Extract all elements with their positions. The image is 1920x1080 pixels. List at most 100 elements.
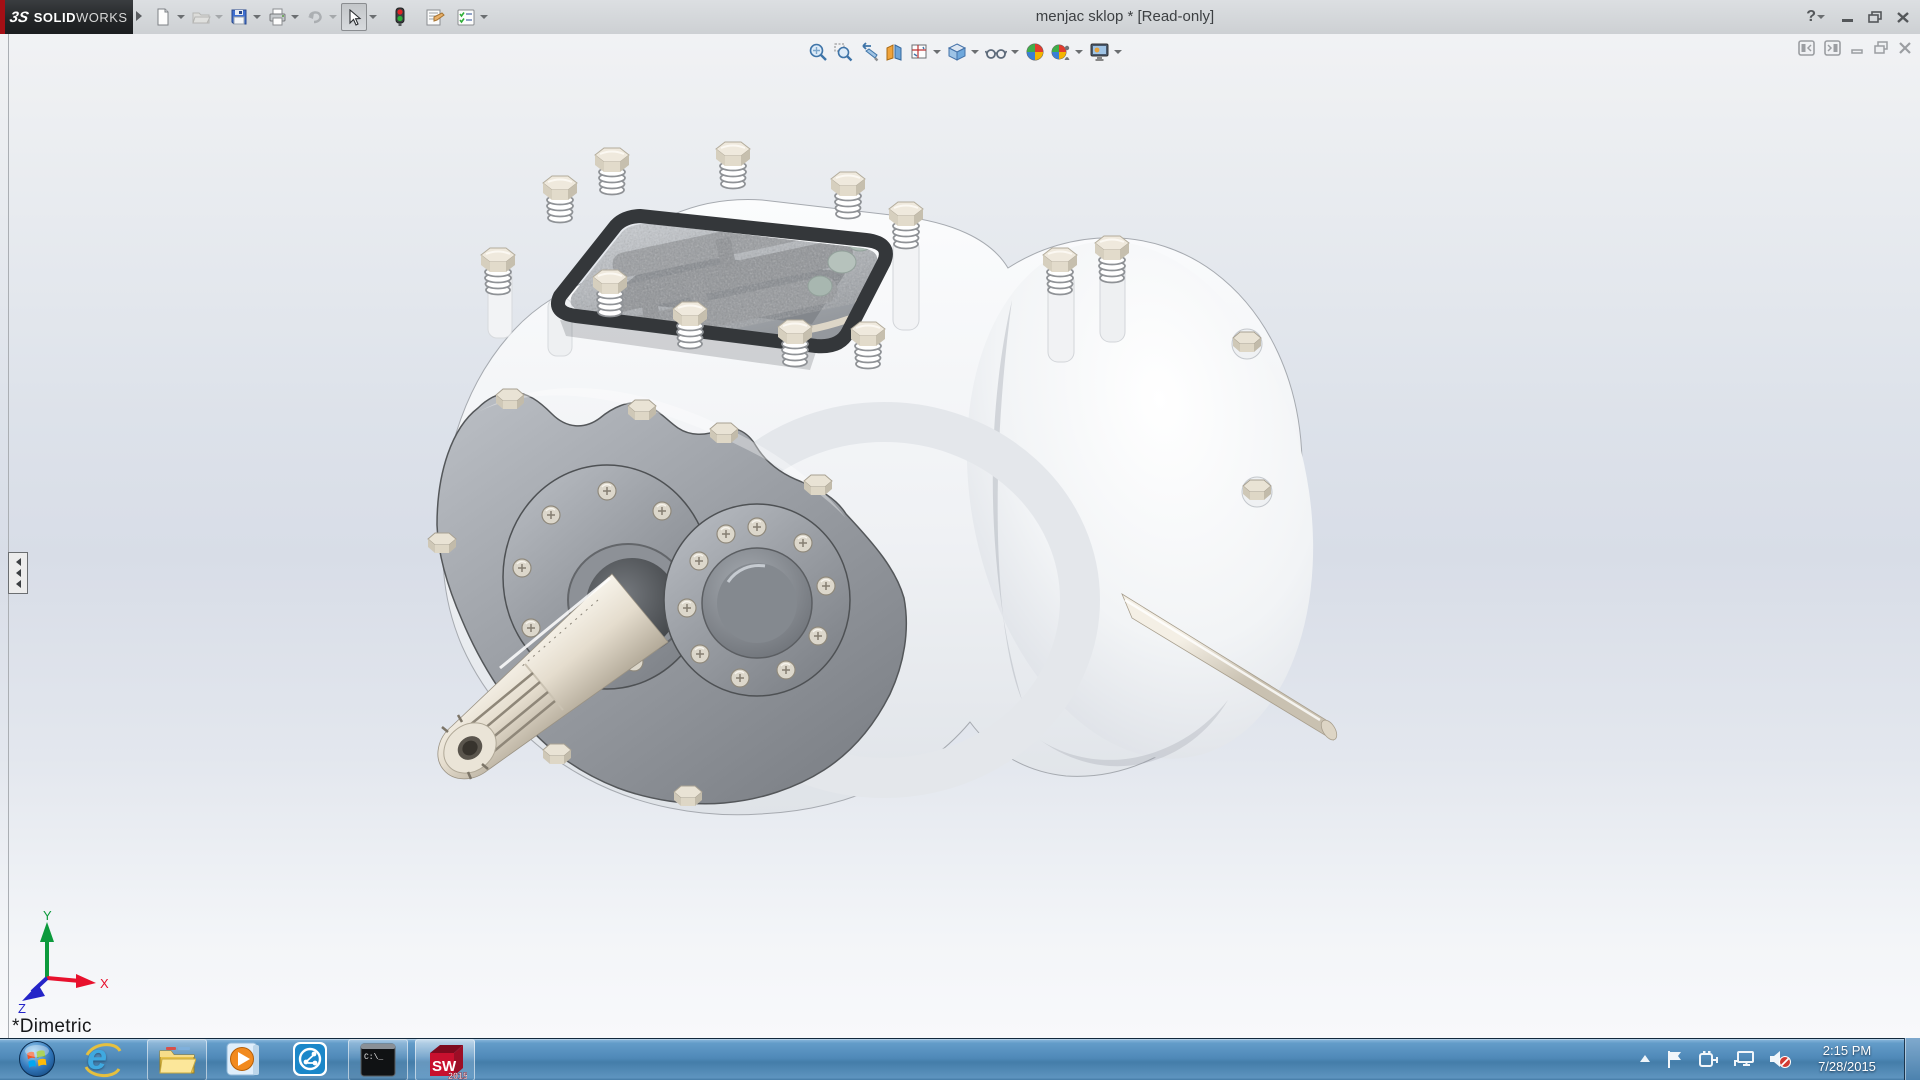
open-dropdown-caret[interactable] — [215, 15, 223, 19]
undo-dropdown-caret[interactable] — [329, 15, 337, 19]
triad-z-axis: Z — [18, 978, 47, 1016]
volume-muted-icon[interactable] — [1768, 1049, 1792, 1069]
section-view-icon — [884, 42, 904, 62]
help-button[interactable]: ? — [1806, 8, 1828, 26]
new-document-button[interactable] — [151, 4, 175, 30]
collapse-arrow-icon — [16, 569, 21, 577]
display-style-button[interactable] — [945, 40, 969, 64]
action-center-flag-icon[interactable] — [1665, 1049, 1685, 1069]
section-view-button[interactable] — [882, 40, 906, 64]
traffic-light-icon — [394, 7, 406, 27]
taskbar-item-internet-explorer[interactable]: e — [74, 1039, 132, 1079]
save-button[interactable] — [227, 4, 251, 30]
heads-up-view-toolbar — [806, 40, 1125, 64]
display-style-icon — [947, 42, 967, 62]
svg-text:2015: 2015 — [448, 1071, 467, 1080]
file-properties-button[interactable] — [423, 4, 447, 30]
show-hidden-icons-arrow[interactable] — [1638, 1053, 1652, 1065]
open-folder-icon — [192, 8, 211, 26]
solidworks-logo[interactable]: 3S SOLIDWORKS — [5, 0, 133, 34]
close-button[interactable] — [1896, 11, 1910, 24]
feature-manager-collapsed-tab[interactable] — [8, 552, 28, 594]
solidworks-window: 3S SOLIDWORKS — [0, 0, 1920, 1080]
triad-y-axis: Y — [40, 908, 54, 978]
restore-button[interactable] — [1868, 11, 1883, 24]
previous-view-icon — [858, 42, 879, 62]
show-desktop-button[interactable] — [1904, 1038, 1920, 1080]
hide-show-glasses-icon — [985, 42, 1007, 62]
doc-restore-icon[interactable] — [1873, 41, 1889, 55]
edit-appearance-button[interactable] — [1023, 40, 1047, 64]
reference-triad[interactable]: Y X Z — [14, 908, 124, 1016]
output-bearing-cover[interactable] — [664, 504, 850, 696]
flange-bolt[interactable] — [496, 389, 524, 409]
taskbar-item-network-app[interactable] — [281, 1039, 339, 1079]
pane-left-icon[interactable] — [1798, 40, 1815, 56]
system-tray: 2:15 PM 7/28/2015 — [1638, 1038, 1920, 1080]
svg-text:Z: Z — [18, 1001, 26, 1016]
taskbar-item-windows-explorer[interactable] — [147, 1039, 207, 1080]
menu-toolbar — [150, 0, 491, 34]
view-orientation-caret[interactable] — [933, 50, 941, 54]
folder-icon — [158, 1043, 196, 1077]
taskbar-item-command-prompt[interactable]: C:\_ — [348, 1039, 408, 1080]
select-dropdown-caret[interactable] — [369, 15, 377, 19]
file-properties-icon — [425, 8, 445, 27]
view-settings-caret[interactable] — [1114, 50, 1122, 54]
pane-right-icon[interactable] — [1824, 40, 1841, 56]
print-dropdown-caret[interactable] — [291, 15, 299, 19]
tray-time: 2:15 PM — [1804, 1043, 1890, 1059]
hide-show-items-button[interactable] — [983, 40, 1009, 64]
gearbox-3d-model[interactable] — [0, 34, 1920, 1038]
doc-minimize-icon[interactable] — [1850, 41, 1864, 55]
solidworks-cube-icon: SW 2015 — [423, 1040, 467, 1080]
collapse-arrow-icon — [16, 558, 21, 566]
view-settings-button[interactable] — [1087, 40, 1112, 64]
svg-text:Y: Y — [43, 908, 52, 923]
tray-date: 7/28/2015 — [1804, 1059, 1890, 1075]
zoom-area-button[interactable] — [831, 40, 855, 64]
logo-text: SOLIDWORKS — [34, 10, 128, 25]
minimize-button[interactable] — [1841, 11, 1855, 23]
apply-scene-button[interactable] — [1048, 40, 1073, 64]
new-dropdown-caret[interactable] — [177, 15, 185, 19]
taskbar-item-media-player[interactable] — [214, 1039, 272, 1079]
edit-appearance-ball-icon — [1025, 42, 1045, 62]
taskbar-item-solidworks[interactable]: SW 2015 — [415, 1039, 475, 1080]
window-title: menjac sklop * [Read-only] — [450, 0, 1800, 34]
zoom-area-icon — [833, 42, 853, 62]
svg-text:X: X — [100, 976, 109, 991]
rebuild-button[interactable] — [388, 4, 412, 30]
power-plug-icon[interactable] — [1698, 1049, 1720, 1069]
help-icon: ? — [1806, 8, 1816, 26]
apply-scene-caret[interactable] — [1075, 50, 1083, 54]
hide-show-items-caret[interactable] — [1011, 50, 1019, 54]
doc-close-icon[interactable] — [1898, 41, 1912, 55]
undo-button[interactable] — [303, 4, 327, 30]
share-network-icon — [291, 1040, 329, 1078]
network-display-icon[interactable] — [1733, 1049, 1755, 1069]
view-orientation-button[interactable] — [907, 40, 931, 64]
start-button[interactable] — [8, 1039, 66, 1079]
tray-clock[interactable]: 2:15 PM 7/28/2015 — [1804, 1043, 1890, 1075]
view-settings-monitor-icon — [1089, 42, 1110, 62]
select-tool-button[interactable] — [341, 3, 367, 31]
previous-view-button[interactable] — [856, 40, 881, 64]
windows-start-icon — [18, 1040, 56, 1078]
document-window-controls — [1798, 40, 1912, 56]
window-controls: ? — [1806, 0, 1910, 34]
print-button[interactable] — [265, 4, 289, 30]
display-style-caret[interactable] — [971, 50, 979, 54]
apply-scene-icon — [1050, 42, 1071, 62]
save-dropdown-caret[interactable] — [253, 15, 261, 19]
svg-text:C:\_: C:\_ — [364, 1053, 383, 1062]
menu-expand-arrow-icon[interactable] — [136, 11, 142, 21]
select-cursor-icon — [346, 9, 362, 26]
triad-x-axis: X — [47, 974, 109, 991]
view-orientation-label: *Dimetric — [12, 1016, 92, 1038]
save-icon — [230, 8, 248, 26]
zoom-fit-button[interactable] — [806, 40, 830, 64]
help-dropdown-caret[interactable] — [1817, 15, 1825, 19]
open-button[interactable] — [189, 4, 213, 30]
zoom-fit-icon — [808, 42, 828, 62]
